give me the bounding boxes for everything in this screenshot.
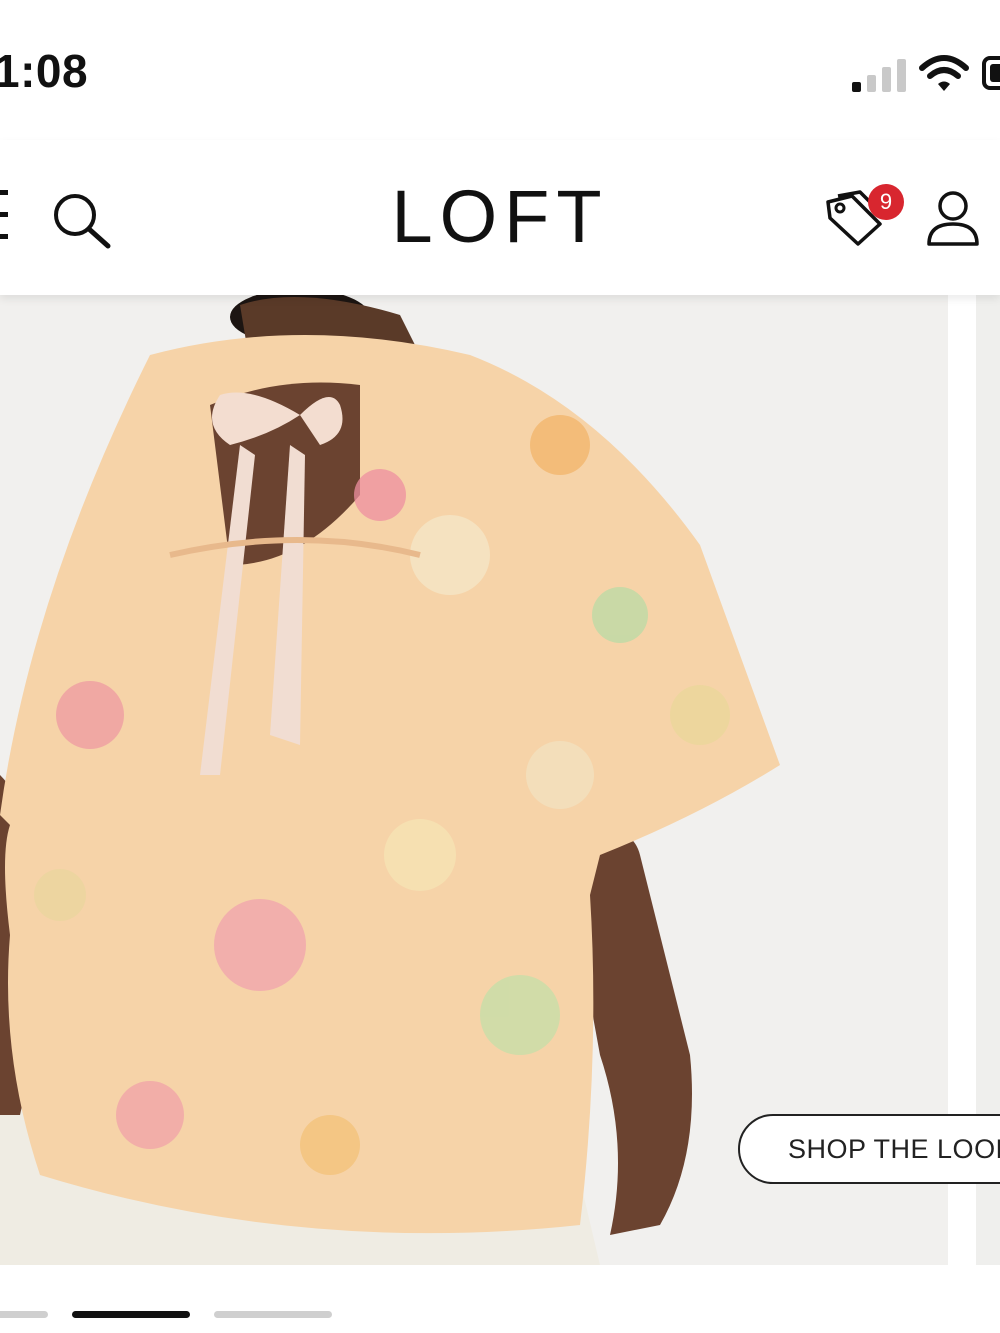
- app-header: LOFT 9: [0, 140, 1000, 295]
- pager-dot[interactable]: [0, 1311, 48, 1318]
- status-time: 1:08: [0, 45, 89, 97]
- carousel-pager: [0, 1311, 1000, 1321]
- pager-dot[interactable]: [214, 1311, 332, 1318]
- account-icon[interactable]: [925, 188, 981, 255]
- shop-the-look-label: SHOP THE LOOK: [788, 1134, 1000, 1164]
- status-bar: 1:08: [0, 0, 1000, 140]
- battery-icon: [982, 56, 1000, 90]
- cellular-signal-icon: [852, 58, 912, 92]
- pager-dot-active[interactable]: [72, 1311, 190, 1318]
- wifi-icon: [918, 54, 970, 99]
- offers-count-badge: 9: [868, 184, 904, 220]
- shop-the-look-button[interactable]: SHOP THE LOOK: [738, 1114, 1000, 1184]
